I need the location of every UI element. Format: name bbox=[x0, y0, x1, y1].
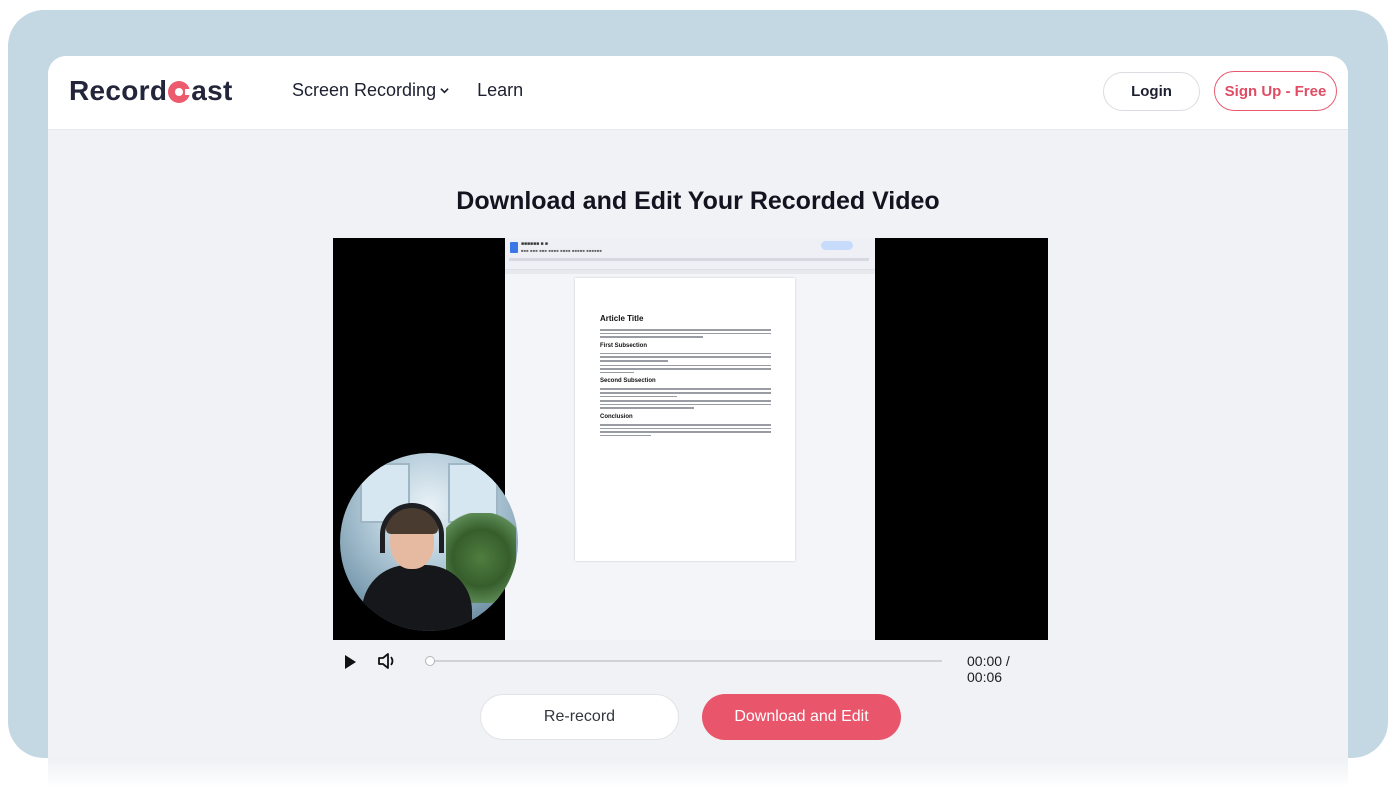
download-edit-button[interactable]: Download and Edit bbox=[702, 694, 901, 740]
docs-ruler bbox=[505, 270, 875, 274]
logo-text-start: Record bbox=[69, 75, 168, 106]
page-title: Download and Edit Your Recorded Video bbox=[456, 187, 940, 215]
paragraph bbox=[600, 400, 771, 409]
seek-handle[interactable] bbox=[425, 656, 435, 666]
docs-title-bar: ■■■■■■ ■ ■ bbox=[521, 241, 548, 247]
document-title: Article Title bbox=[600, 314, 644, 323]
paragraph bbox=[600, 364, 771, 374]
volume-icon[interactable] bbox=[377, 652, 397, 670]
time-display: 00:00 / 00:06 bbox=[967, 653, 1010, 685]
signup-button[interactable]: Sign Up - Free bbox=[1214, 71, 1337, 111]
rerecord-button[interactable]: Re-record bbox=[480, 694, 679, 740]
docs-icon bbox=[510, 242, 518, 253]
docs-toolbar: ■■■■■■ ■ ■ ■■■ ■■■ ■■■ ■■■■ ■■■■ ■■■■■ ■… bbox=[505, 238, 875, 270]
document-section-heading: Second Subsection bbox=[600, 378, 656, 385]
document-section-heading: Conclusion bbox=[600, 413, 633, 420]
seek-bar[interactable] bbox=[430, 660, 942, 662]
webcam-overlay[interactable] bbox=[340, 453, 518, 631]
play-icon[interactable] bbox=[345, 655, 356, 669]
video-player[interactable]: ■■■■■■ ■ ■ ■■■ ■■■ ■■■ ■■■■ ■■■■ ■■■■■ ■… bbox=[333, 238, 1048, 640]
screen-capture: ■■■■■■ ■ ■ ■■■ ■■■ ■■■ ■■■■ ■■■■ ■■■■■ ■… bbox=[505, 238, 875, 640]
document-section-heading: First Subsection bbox=[600, 342, 648, 349]
recordcast-logo[interactable]: Record ast bbox=[69, 74, 233, 108]
docs-share-button bbox=[821, 241, 853, 250]
docs-format-bar bbox=[509, 258, 869, 261]
logo-camera-icon bbox=[168, 81, 192, 103]
paragraph bbox=[600, 388, 771, 398]
paragraph bbox=[600, 423, 771, 437]
nav-learn[interactable]: Learn bbox=[477, 80, 523, 101]
webcam-person-body bbox=[362, 565, 472, 631]
nav-screen-recording-label: Screen Recording bbox=[292, 80, 437, 100]
browser-page: Record ast Screen Recording Learn Login S… bbox=[48, 56, 1348, 758]
docs-menu-bar: ■■■ ■■■ ■■■ ■■■■ ■■■■ ■■■■■ ■■■■■■ bbox=[521, 248, 603, 253]
logo-text-end: ast bbox=[191, 75, 233, 106]
paragraph bbox=[600, 329, 771, 338]
document-page: Article Title First Subsection Second Su… bbox=[575, 278, 795, 561]
chevron-down-icon bbox=[440, 88, 449, 94]
nav-learn-label: Learn bbox=[477, 80, 524, 100]
paragraph bbox=[600, 352, 771, 362]
site-header: Record ast Screen Recording Learn Login S… bbox=[48, 56, 1348, 130]
nav-screen-recording[interactable]: Screen Recording bbox=[292, 80, 449, 101]
player-controls: 00:00 / 00:06 bbox=[333, 646, 1048, 685]
login-button[interactable]: Login bbox=[1103, 72, 1200, 111]
headphones-icon bbox=[380, 503, 444, 553]
frame-shadow bbox=[48, 758, 1348, 788]
main-nav: Screen Recording Learn bbox=[292, 80, 523, 101]
